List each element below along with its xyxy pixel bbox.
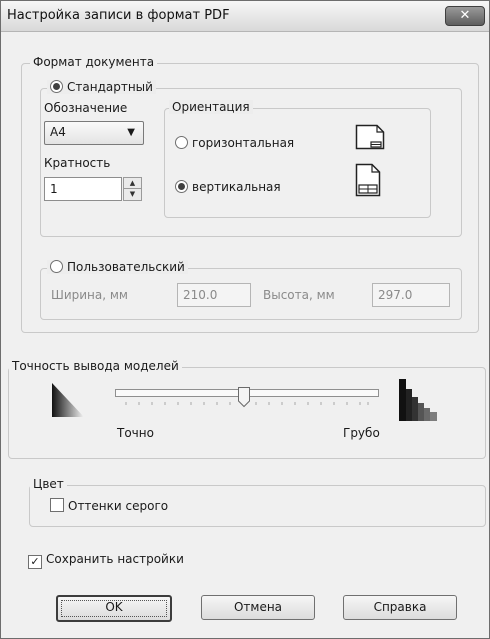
designation-select[interactable]: А4 ▼: [44, 121, 144, 145]
standard-format-group: Стандартный Обозначение А4 ▼ Кратность 1…: [40, 80, 462, 237]
height-label: Высота, мм: [263, 288, 335, 302]
width-value: 210.0: [183, 288, 218, 302]
help-label: Справка: [373, 600, 427, 614]
grayscale-checkbox-box: [50, 498, 64, 512]
precision-group: Точность вывода моделей Точно Грубо: [8, 359, 486, 459]
custom-radio[interactable]: Пользовательский: [47, 260, 188, 274]
multiplicity-label: Кратность: [44, 156, 111, 170]
cancel-button[interactable]: Отмена: [201, 595, 315, 620]
fine-precision-icon: [52, 383, 84, 417]
standard-radio-label: Стандартный: [67, 80, 153, 94]
height-input[interactable]: 297.0: [372, 283, 450, 307]
width-label: Ширина, мм: [51, 288, 128, 302]
spin-down-icon[interactable]: ▼: [124, 188, 141, 199]
pdf-settings-dialog: Настройка записи в формат PDF ✕ Формат д…: [0, 0, 490, 639]
dialog-body: Формат документа Стандартный Обозначение…: [1, 32, 489, 638]
fine-label: Точно: [117, 426, 154, 440]
standard-radio[interactable]: Стандартный: [47, 80, 156, 94]
save-settings-label: Сохранить настройки: [46, 552, 184, 566]
color-group: Цвет Оттенки серого: [29, 477, 486, 527]
landscape-radio-indicator: [175, 136, 188, 149]
grayscale-checkbox[interactable]: Оттенки серого: [50, 498, 168, 513]
orientation-group: Ориентация горизонтальная вертикальная: [164, 100, 431, 218]
ok-button[interactable]: OK: [56, 595, 172, 622]
slider-thumb[interactable]: [237, 386, 251, 408]
standard-radio-indicator: [50, 80, 63, 93]
coarse-label: Грубо: [343, 426, 380, 440]
height-value: 297.0: [378, 288, 413, 302]
landscape-label: горизонтальная: [192, 136, 295, 150]
custom-radio-indicator: [50, 260, 63, 273]
portrait-page-icon: [355, 163, 381, 197]
coarse-precision-icon: [399, 379, 437, 421]
landscape-page-icon: [355, 124, 385, 150]
grayscale-label: Оттенки серого: [68, 499, 169, 513]
window-title: Настройка записи в формат PDF: [7, 8, 230, 23]
focus-rect: [61, 600, 167, 617]
multiplicity-value: 1: [50, 182, 58, 196]
custom-radio-label: Пользовательский: [67, 260, 185, 274]
landscape-radio[interactable]: горизонтальная: [175, 136, 294, 150]
portrait-radio-indicator: [175, 180, 188, 193]
close-button[interactable]: ✕: [445, 6, 485, 26]
multiplicity-input[interactable]: 1: [44, 177, 122, 201]
title-bar: Настройка записи в формат PDF ✕: [1, 1, 489, 32]
chevron-down-icon: ▼: [127, 127, 135, 138]
custom-format-group: Пользовательский Ширина, мм 210.0 Высота…: [40, 260, 462, 320]
designation-label: Обозначение: [44, 101, 128, 115]
multiplicity-stepper[interactable]: ▲ ▼: [123, 177, 142, 201]
help-button[interactable]: Справка: [343, 595, 457, 620]
width-input[interactable]: 210.0: [177, 283, 251, 307]
cancel-label: Отмена: [233, 600, 283, 614]
precision-legend: Точность вывода моделей: [9, 359, 182, 373]
precision-slider[interactable]: [115, 384, 379, 414]
designation-value: А4: [50, 125, 66, 139]
orientation-legend: Ориентация: [169, 100, 253, 114]
portrait-radio[interactable]: вертикальная: [175, 180, 281, 194]
document-format-legend: Формат документа: [30, 55, 158, 69]
check-icon: ✓: [28, 555, 42, 569]
document-format-group: Формат документа Стандартный Обозначение…: [21, 55, 479, 333]
color-legend: Цвет: [30, 477, 67, 491]
close-icon: ✕: [459, 8, 471, 23]
portrait-label: вертикальная: [192, 180, 281, 194]
save-settings-checkbox[interactable]: ✓ Сохранить настройки: [28, 552, 184, 569]
spin-up-icon[interactable]: ▲: [124, 178, 141, 188]
